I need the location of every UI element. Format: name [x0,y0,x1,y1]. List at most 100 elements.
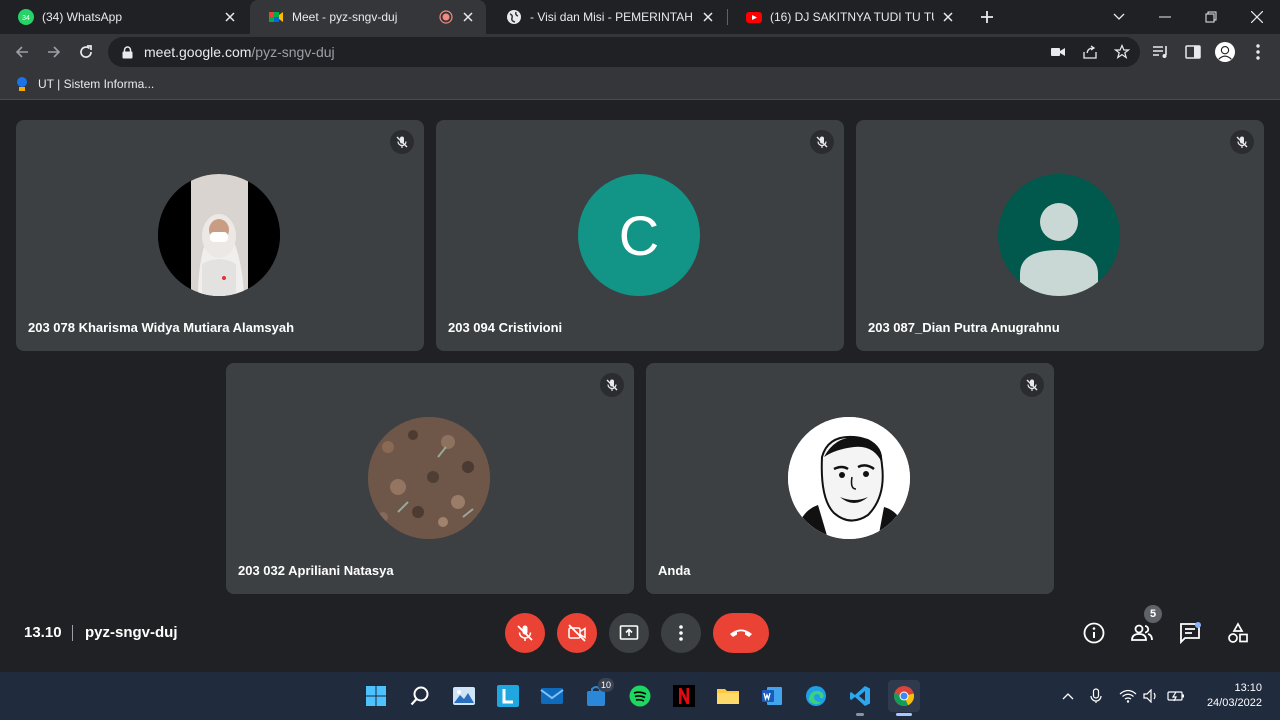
profile-avatar[interactable] [1215,42,1235,62]
word-app[interactable] [756,680,788,712]
file-explorer-app[interactable] [712,680,744,712]
wifi-icon[interactable] [1118,686,1138,706]
close-window-button[interactable] [1234,0,1280,34]
start-button[interactable] [360,680,392,712]
participant-avatar-letter: C [578,174,700,296]
volume-icon[interactable] [1141,686,1161,706]
netflix-app[interactable] [668,680,700,712]
store-app[interactable]: 10 [580,678,614,712]
whatsapp-icon: 34 [18,9,34,25]
participant-tile[interactable]: 203 087_Dian Putra Anugrahnu [856,120,1264,351]
forward-button[interactable] [42,40,66,64]
bookmark-star-icon[interactable] [1114,44,1130,60]
participant-tile[interactable]: C 203 094 Cristivioni [436,120,844,351]
vscode-icon [850,686,870,706]
edge-app[interactable] [800,680,832,712]
more-menu-icon[interactable] [1248,42,1268,62]
browser-toolbar: meet.google.com/pyz-sngv-duj [0,34,1280,70]
taskbar-time: 13:10 [1234,682,1262,694]
tab-whatsapp[interactable]: 34 (34) WhatsApp [0,0,248,34]
mic-off-icon [517,625,533,641]
present-icon [619,625,639,640]
close-icon[interactable] [940,9,956,25]
tab-youtube[interactable]: (16) DJ SAKITNYA TUDI TU TU TU [728,0,966,34]
search-button[interactable] [404,680,436,712]
chat-icon [1180,622,1201,644]
meeting-controls-bar: 13.10 pyz-sngv-duj [0,600,1280,672]
chrome-icon [893,686,915,707]
chat-button[interactable] [1177,620,1203,646]
folder-icon [717,689,739,704]
google-meet-icon [268,9,284,25]
windows-logo-icon [366,686,386,706]
share-icon[interactable] [1082,44,1098,60]
side-panel-icon[interactable] [1183,42,1203,62]
mic-off-icon [1230,130,1254,154]
info-icon [1083,622,1105,644]
mic-off-icon [1020,373,1044,397]
participant-name: 203 078 Kharisma Widya Mutiara Alamsyah [28,320,295,335]
participant-tile[interactable]: 203 032 Apriliani Natasya [226,363,634,594]
close-icon[interactable] [222,9,238,25]
running-indicator [896,713,912,716]
running-indicator [856,713,864,716]
meeting-details-button[interactable] [1081,620,1107,646]
tab-search-button[interactable] [1096,0,1142,34]
battery-icon[interactable] [1166,686,1186,706]
leave-call-button[interactable] [713,613,769,653]
toggle-camera-button[interactable] [557,613,597,653]
media-control-icon[interactable] [1151,42,1171,62]
hang-up-icon [730,629,752,637]
show-hidden-icons-button[interactable] [1058,686,1078,706]
shapes-icon [1228,622,1248,643]
reload-button[interactable] [74,40,98,64]
back-button[interactable] [10,40,34,64]
show-everyone-button[interactable] [1129,620,1155,646]
lock-icon[interactable] [120,45,134,59]
present-screen-button[interactable] [609,613,649,653]
minimize-button[interactable] [1142,0,1188,34]
more-options-button[interactable] [661,613,701,653]
spotify-app[interactable] [624,680,656,712]
chrome-app[interactable] [888,680,920,716]
clock[interactable]: 13:10 24/03/2022 [1207,681,1262,711]
tab-title: Meet - pyz-sngv-duj [292,10,398,24]
spotify-icon [629,685,651,707]
camera-in-use-icon[interactable] [1050,44,1066,60]
search-icon [410,686,429,706]
divider [72,625,73,641]
url-path: /pyz-sngv-duj [251,44,335,60]
people-icon [1131,624,1153,641]
close-icon[interactable] [700,9,716,25]
more-vert-icon [679,625,683,641]
activities-button[interactable] [1225,620,1251,646]
mail-icon [540,688,564,704]
restore-button[interactable] [1188,0,1234,34]
participant-tile[interactable]: Anda [646,363,1054,594]
tab-meet[interactable]: Meet - pyz-sngv-duj [250,0,486,34]
participant-name: 203 094 Cristivioni [448,320,563,335]
youtube-icon [746,9,762,25]
address-bar[interactable]: meet.google.com/pyz-sngv-duj [108,37,1140,67]
ut-logo-icon [14,76,30,92]
l-app[interactable] [492,680,524,712]
store-badge: 10 [598,678,614,692]
participant-tile[interactable]: 203 078 Kharisma Widya Mutiara Alamsyah [16,120,424,351]
bookmark-ut[interactable]: UT | Sistem Informa... [14,76,154,92]
new-tab-button[interactable] [976,6,998,28]
vscode-app[interactable] [844,680,876,716]
participant-name: 203 032 Apriliani Natasya [238,563,394,578]
toggle-microphone-button[interactable] [505,613,545,653]
mic-off-icon [810,130,834,154]
mail-app[interactable] [536,680,568,712]
l-logo-icon [497,685,519,707]
bookmark-label: UT | Sistem Informa... [38,77,155,91]
close-icon[interactable] [460,9,476,25]
tab-visi-misi[interactable]: - Visi dan Misi - PEMERINTAH PR [488,0,726,34]
globe-icon [506,9,522,25]
netflix-icon [673,685,695,707]
avatar-letter: C [618,203,660,267]
default-person-icon [998,174,1120,296]
microphone-icon[interactable] [1086,686,1106,706]
photos-app[interactable] [448,680,480,712]
